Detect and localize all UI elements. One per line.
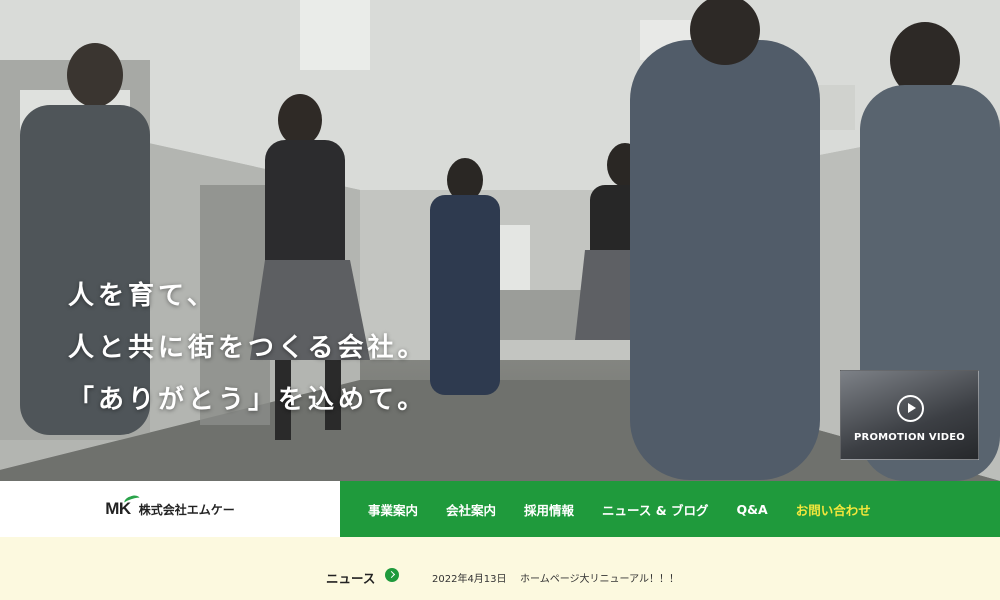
news-strip: ニュース 2022年4月13日 ホームページ大リニューアル！！！ [0,537,1000,600]
news-heading: ニュース [326,571,376,586]
nav-item-contact[interactable]: お問い合わせ [796,500,871,519]
tagline-line-1: 人を育て、 [68,281,217,311]
hero-tagline: 人を育て、 人と共に街をつくる会社。 「ありがとう」を込めて。 [68,270,427,426]
news-date: 2022年4月13日 [432,574,507,585]
nav-item-news-blog[interactable]: ニュース & ブログ [602,500,708,519]
hero-section: 人を育て、 人と共に街をつくる会社。 「ありがとう」を込めて。 PROMOTIO… [0,0,1000,481]
tagline-line-2: 人と共に街をつくる会社。 [68,333,428,363]
nav-item-company[interactable]: 会社案内 [446,500,496,519]
arrow-right-circle-icon[interactable] [385,568,399,582]
nav-item-business[interactable]: 事業案内 [368,500,418,519]
nav-item-recruit[interactable]: 採用情報 [524,500,574,519]
tagline-line-3: 「ありがとう」を込めて。 [68,385,428,415]
promotion-video-label: PROMOTION VIDEO [854,432,965,443]
nav-menu: 事業案内 会社案内 採用情報 ニュース & ブログ Q&A お問い合わせ [340,481,1000,537]
nav-item-qa[interactable]: Q&A [737,502,768,517]
news-headline-link[interactable]: ホームページ大リニューアル！！！ [520,570,679,585]
brand-logo-link[interactable]: MK 株式会社エムケー [0,481,340,537]
promotion-video-button[interactable]: PROMOTION VIDEO [840,370,979,460]
main-navbar: MK 株式会社エムケー 事業案内 会社案内 採用情報 ニュース & ブログ Q&… [0,481,1000,537]
mk-logo: MK [105,493,142,519]
company-name: 株式会社エムケー [138,502,235,517]
play-icon [897,395,924,422]
